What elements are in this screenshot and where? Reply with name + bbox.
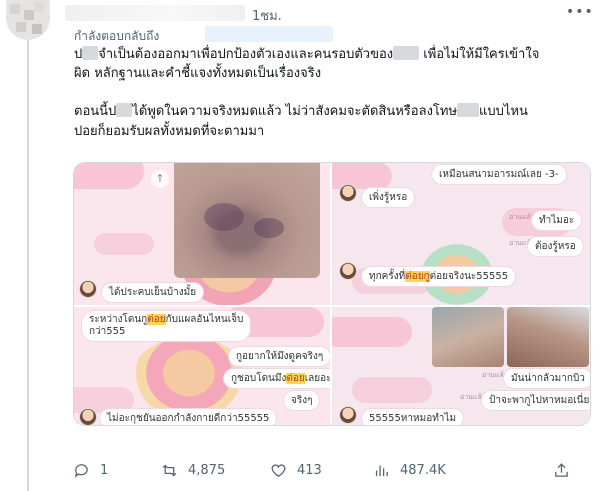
chat-bubble: เพิ่งรู้หรอ xyxy=(362,188,415,207)
tweet-actions: 1 4,875 413 487.4K xyxy=(73,462,593,486)
tweet: 1ชม. ••• กำลังตอบกลับถึง ปจำเป็นต้องออกม… xyxy=(0,0,600,491)
like-button[interactable]: 413 xyxy=(270,462,322,479)
chat-avatar xyxy=(340,407,356,423)
media-image-3[interactable]: ระหว่างโดนกูต่อยกับแผลอันไหนเจ็บ กว่า555 … xyxy=(74,307,330,425)
chat-bubble: เหมือนสนามอารมณ์เลย -3- xyxy=(432,165,566,184)
arm-bruise-photo xyxy=(174,163,320,278)
reply-icon xyxy=(74,464,88,478)
chat-bubble: ระหว่างโดนกูต่อยกับแผลอันไหนเจ็บ กว่า555 xyxy=(82,311,251,341)
chat-bubble: ได้ประคบเย็นบ้างมั้ย xyxy=(102,283,204,302)
reply-to-handle-redacted[interactable] xyxy=(205,26,333,42)
chat-bubble: 55555หาหมอทำไม xyxy=(362,409,464,425)
chat-bubble: ป้าจะพากูไปหาหมอเนี่ย xyxy=(482,391,590,410)
reply-to-label: กำลังตอบกลับถึง xyxy=(74,29,160,43)
chat-bubble: กูชอบโดนมึงต่อยเลยอะ xyxy=(224,369,330,388)
thread-line xyxy=(27,40,29,491)
chat-avatar xyxy=(80,281,96,297)
tweet-time[interactable]: 1ชม. xyxy=(252,5,282,26)
chat-bubble: จริงๆ xyxy=(284,391,320,410)
media-image-1[interactable]: ↑ ได้ประคบเย็นบ้างมั้ย xyxy=(74,163,330,305)
chat-bubble: ทุกครั้งที่ต่อยกูต่อยจริงนะ55555 xyxy=(362,267,516,286)
media-image-2[interactable]: เหมือนสนามอารมณ์เลย -3- เพิ่งรู้หรอ อ่าน… xyxy=(332,163,590,305)
more-horizontal-icon[interactable]: ••• xyxy=(566,4,594,20)
tweet-text-line: ผิด หลักฐานและคำชี้แจงทั้งหมดเป็นเรื่องจ… xyxy=(74,66,322,81)
views-button[interactable]: 487.4K xyxy=(373,462,446,479)
chat-bubble: กูอยากให้มึงดูคจริงๆ xyxy=(229,347,330,366)
chat-bubble: ต้องรู้หรอ xyxy=(528,237,583,256)
author-name-redacted[interactable] xyxy=(65,5,245,21)
photo-thumbnail xyxy=(432,307,504,367)
chat-avatar xyxy=(340,263,356,279)
share-icon xyxy=(555,463,568,477)
tweet-text-line: ตอนนี้ป ได้พูดในความจริงหมดแล้ว ไม่ว่าสัง… xyxy=(74,103,528,119)
retweet-icon xyxy=(162,464,177,477)
retweet-count: 4,875 xyxy=(188,463,226,478)
tweet-text-line: ปจำเป็นต้องออกมาเพื่อปกป้องตัวเองและคนรอ… xyxy=(74,46,540,62)
like-count: 413 xyxy=(297,463,322,478)
media-image-4[interactable]: อ่านแล้ว 19:21 มันน่ากลัวมากบิว อ่านแล้ว… xyxy=(332,307,590,425)
share-button[interactable] xyxy=(553,462,580,479)
tweet-text-line: ปอยก็ยอมรับผลทั้งหมดที่จะตามมา xyxy=(74,124,265,139)
reply-button[interactable]: 1 xyxy=(73,462,108,479)
photo-thumbnail xyxy=(507,307,589,367)
view-count: 487.4K xyxy=(400,463,446,478)
views-icon xyxy=(375,465,388,477)
chat-bubble: ทำไมอะ xyxy=(532,211,582,230)
chat-avatar xyxy=(340,185,356,201)
chat-avatar xyxy=(80,409,96,425)
retweet-button[interactable]: 4,875 xyxy=(161,462,225,479)
media-grid: ↑ ได้ประคบเย็นบ้างมั้ย เหมือนสนามอารมณ์เ… xyxy=(73,162,591,426)
chat-bubble: ไม่อะกุชยันออกกำลังกายดีกว่า55555 xyxy=(100,409,277,425)
chat-bubble: มันน่ากลัวมากบิว xyxy=(504,369,590,388)
avatar[interactable] xyxy=(6,0,50,40)
heart-icon xyxy=(271,464,286,477)
share-icon[interactable]: ↑ xyxy=(151,170,169,188)
reply-count: 1 xyxy=(100,463,109,478)
